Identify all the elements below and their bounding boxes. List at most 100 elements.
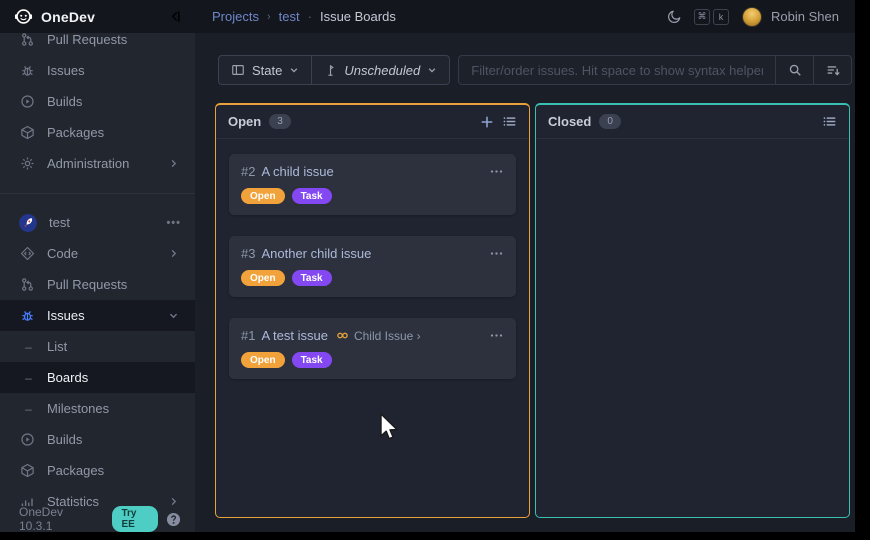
card-menu-icon[interactable] — [489, 328, 504, 343]
version-label: OneDev 10.3.1 — [19, 505, 90, 532]
project-menu-icon[interactable]: ••• — [166, 217, 181, 229]
sidebar-item-packages[interactable]: Packages — [0, 455, 195, 486]
milestone-button-label: Unscheduled — [344, 63, 420, 78]
card-badges: OpenTask — [241, 352, 504, 368]
gear-icon — [19, 156, 35, 171]
column-count-badge: 3 — [269, 114, 291, 129]
user-avatar[interactable] — [742, 7, 762, 27]
app-window: OneDev Projects › test · Issue Boards ⌘ … — [0, 0, 855, 532]
breadcrumb-projects-link[interactable]: Projects — [212, 9, 259, 24]
add-card-icon[interactable] — [480, 115, 494, 129]
link-icon — [336, 329, 349, 342]
issue-number: #3 — [241, 246, 255, 261]
board-filter-group: State Unscheduled — [218, 55, 450, 85]
card-badges: Open Task — [241, 188, 504, 204]
dash-bullet-icon: – — [22, 340, 35, 354]
filter-input[interactable] — [459, 56, 775, 84]
column-list-view-icon[interactable] — [822, 114, 837, 129]
breadcrumb: Projects › test · Issue Boards — [195, 9, 396, 24]
sidebar-item-packages[interactable]: Packages — [0, 117, 195, 148]
issue-title[interactable]: Another child issue — [261, 246, 371, 261]
sidebar-item-issues[interactable]: Issues — [0, 55, 195, 86]
project-avatar-icon — [19, 214, 37, 232]
dark-mode-moon-icon[interactable] — [667, 9, 682, 24]
column-count-badge: 0 — [599, 114, 621, 129]
child-issue-link[interactable]: Child Issue › — [336, 329, 421, 343]
command-palette-shortcut[interactable]: ⌘ k — [694, 9, 729, 25]
column-title: Closed — [548, 114, 591, 129]
badge-open: Open — [241, 352, 285, 368]
sidebar-item-milestones[interactable]: –Milestones — [0, 393, 195, 424]
issue-title[interactable]: A test issue — [261, 328, 327, 343]
badge-task: Task — [292, 270, 332, 286]
child-issue-link-label: Child Issue › — [354, 329, 421, 343]
sidebar-nav: Pull RequestsIssuesBuildsPackagesAdminis… — [0, 33, 195, 517]
sidebar-item-builds[interactable]: Builds — [0, 86, 195, 117]
sidebar-item-pull-requests[interactable]: Pull Requests — [0, 269, 195, 300]
dash-bullet-icon: – — [22, 402, 35, 416]
k-key: k — [713, 9, 729, 25]
card-menu-icon[interactable] — [489, 164, 504, 179]
user-name[interactable]: Robin Shen — [771, 9, 839, 24]
column-list-view-icon[interactable] — [502, 114, 517, 129]
help-icon[interactable] — [166, 512, 181, 527]
bug-icon — [19, 63, 35, 78]
chevron-down-icon — [427, 65, 437, 75]
sidebar-item-label: test — [49, 215, 70, 230]
issue-card--1[interactable]: #1A test issueChild Issue ›OpenTask — [229, 318, 516, 379]
filter-input-group — [458, 55, 852, 85]
sidebar-collapse-icon[interactable] — [168, 9, 183, 24]
pull-request-icon — [19, 277, 35, 292]
badge-task: Task — [292, 188, 332, 204]
sidebar-item-boards[interactable]: –Boards — [0, 362, 195, 393]
order-button[interactable] — [813, 56, 851, 84]
issue-card--3[interactable]: #3 Another child issue OpenTask — [229, 236, 516, 297]
search-button[interactable] — [775, 56, 813, 84]
brand-area: OneDev — [0, 0, 195, 33]
card-badges: OpenTask — [241, 270, 504, 286]
sidebar-item-administration[interactable]: Administration — [0, 148, 195, 179]
breadcrumb-separator: › — [267, 11, 271, 23]
column-body — [536, 139, 849, 169]
chevron-down-icon — [289, 65, 299, 75]
chevron-right-icon — [165, 248, 181, 259]
chevron-down-icon — [165, 310, 181, 321]
columns-icon — [231, 63, 245, 77]
code-icon — [19, 246, 35, 261]
sidebar-item-list[interactable]: –List — [0, 331, 195, 362]
sidebar-item-test[interactable]: test ••• — [0, 207, 195, 238]
breadcrumb-project-link[interactable]: test — [279, 9, 300, 24]
filter-toolbar: State Unscheduled — [218, 55, 852, 85]
sidebar-item-issues[interactable]: Issues — [0, 300, 195, 331]
chevron-right-icon — [165, 158, 181, 169]
sidebar-item-label: Builds — [47, 432, 82, 447]
sidebar-item-label: Builds — [47, 94, 82, 109]
badge-open: Open — [241, 188, 285, 204]
sidebar-item-label: Issues — [47, 63, 85, 78]
sidebar-item-code[interactable]: Code — [0, 238, 195, 269]
sidebar-item-label: Boards — [47, 370, 88, 385]
sort-order-icon — [826, 63, 840, 77]
milestone-icon — [324, 64, 337, 77]
breadcrumb-separator: · — [308, 9, 312, 24]
issue-card--2[interactable]: #2A child issueOpenTask — [229, 154, 516, 215]
sidebar-divider — [0, 193, 195, 194]
sidebar-item-pull-requests[interactable]: Pull Requests — [0, 33, 195, 55]
sidebar-footer: OneDev 10.3.1 Try EE — [0, 506, 195, 532]
column-header: Closed 0 — [536, 105, 849, 139]
column-header: Open3 — [216, 105, 529, 139]
try-ee-badge[interactable]: Try EE — [112, 506, 158, 532]
issue-title[interactable]: A child issue — [261, 164, 333, 179]
sidebar-item-builds[interactable]: Builds — [0, 424, 195, 455]
sidebar-item-label: Milestones — [47, 401, 109, 416]
state-columns-button[interactable]: State — [219, 56, 311, 84]
state-button-label: State — [252, 63, 282, 78]
sidebar-item-label: List — [47, 339, 67, 354]
card-menu-icon[interactable] — [489, 246, 504, 261]
package-icon — [19, 125, 35, 140]
sidebar: Pull RequestsIssuesBuildsPackagesAdminis… — [0, 33, 195, 532]
topbar-actions: ⌘ k Robin Shen — [667, 7, 855, 27]
milestone-filter-button[interactable]: Unscheduled — [311, 56, 449, 84]
board-column-open: Open3#2A child issueOpenTask#3Another ch… — [215, 103, 530, 518]
sidebar-item-label: Code — [47, 246, 78, 261]
